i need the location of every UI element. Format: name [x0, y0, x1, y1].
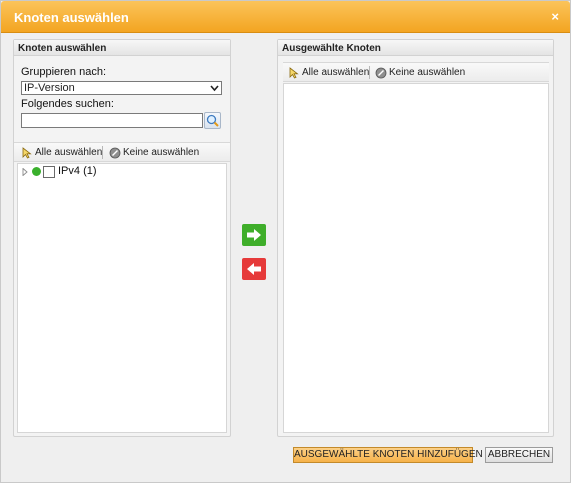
search-button[interactable]: [204, 112, 221, 129]
select-all-button[interactable]: Alle auswählen: [21, 147, 103, 159]
selected-nodes-header: Ausgewählte Knoten: [278, 40, 553, 56]
select-all-label: Alle auswählen: [35, 147, 103, 158]
arrow-right-icon: [247, 229, 261, 241]
dialog-title: Knoten auswählen: [14, 10, 129, 25]
available-nodes-tree: IPv4 (1): [17, 163, 227, 433]
arrow-left-icon: [247, 263, 261, 275]
selected-nodes-list: [283, 83, 549, 433]
remove-node-button[interactable]: [242, 258, 266, 280]
node-label: IPv4 (1): [58, 165, 97, 177]
group-by-select[interactable]: IP-Version: [21, 81, 222, 95]
select-none-label: Keine auswählen: [389, 67, 466, 78]
search-label: Folgendes suchen:: [21, 98, 114, 110]
select-none-button[interactable]: Keine auswählen: [109, 147, 200, 159]
search-input[interactable]: [21, 113, 203, 128]
close-icon[interactable]: ×: [551, 10, 559, 24]
add-selected-nodes-button[interactable]: AUSGEWÄHLTE KNOTEN HINZUFÜGEN: [293, 447, 483, 463]
magnifier-icon: [206, 114, 219, 127]
group-by-value: IP-Version: [24, 82, 75, 94]
dialog-titlebar: Knoten auswählen ×: [1, 1, 570, 33]
available-nodes-header: Knoten auswählen: [14, 40, 230, 56]
toolbar-divider: [369, 66, 370, 79]
selected-nodes-panel: Ausgewählte Knoten Alle auswählen Keine …: [277, 39, 554, 437]
select-nodes-dialog: Knoten auswählen × Knoten auswählen Grup…: [0, 0, 571, 483]
selected-nodes-toolbar: Alle auswählen Keine auswählen: [283, 62, 549, 82]
toolbar-divider: [102, 146, 103, 159]
add-node-button[interactable]: [242, 224, 266, 246]
available-nodes-panel: Knoten auswählen Gruppieren nach: IP-Ver…: [13, 39, 231, 437]
select-all-label: Alle auswählen: [302, 67, 370, 78]
group-by-label: Gruppieren nach:: [21, 66, 106, 78]
select-none-button[interactable]: Keine auswählen: [375, 67, 466, 79]
status-dot-icon: [32, 167, 41, 176]
available-nodes-toolbar: Alle auswählen Keine auswählen: [14, 142, 230, 162]
chevron-down-icon: [210, 85, 219, 92]
triangle-right-icon[interactable]: [22, 168, 28, 176]
cancel-button[interactable]: ABBRECHEN: [485, 447, 553, 463]
select-all-button[interactable]: Alle auswählen: [288, 67, 370, 79]
node-checkbox[interactable]: [43, 166, 55, 178]
select-none-label: Keine auswählen: [123, 147, 200, 158]
